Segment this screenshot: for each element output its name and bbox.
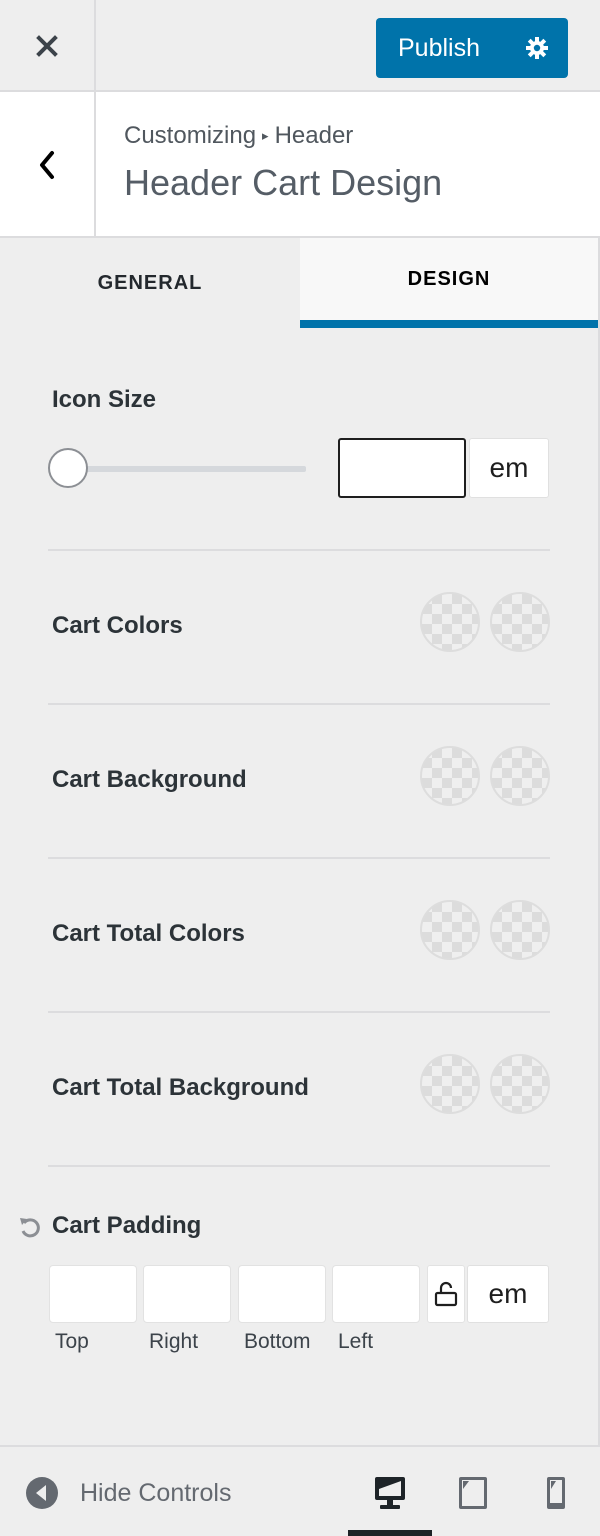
icon-size-input[interactable] [338,438,466,498]
customizer-footer: Hide Controls [0,1445,600,1536]
cart-total-colors-swatch-1[interactable] [420,900,480,960]
divider [48,549,550,551]
customizer-header: Publish [0,0,600,92]
device-mobile-button[interactable] [536,1473,576,1513]
close-icon [36,35,58,57]
gear-icon [526,37,548,59]
section-title: Header Cart Design [124,162,443,203]
close-button[interactable] [0,0,96,92]
cart-colors-swatch-1[interactable] [420,592,480,652]
cart-total-colors-swatch-2[interactable] [490,900,550,960]
padding-bottom-input[interactable] [238,1265,326,1323]
tablet-icon [459,1477,487,1509]
divider [48,1011,550,1013]
cart-background-swatch-1[interactable] [420,746,480,806]
publish-group: Publish [376,18,568,78]
icon-size-slider-thumb[interactable] [48,448,88,488]
tab-general[interactable]: GENERAL [0,238,300,328]
hide-controls-button[interactable]: Hide Controls [26,1475,231,1511]
icon-size-unit-select[interactable]: em [469,438,549,498]
unlock-icon [434,1281,458,1307]
divider [48,857,550,859]
breadcrumb-root: Customizing [124,122,257,149]
cart-colors-swatch-2[interactable] [490,592,550,652]
padding-right-label: Right [149,1330,199,1353]
tab-design[interactable]: DESIGN [300,238,598,328]
breadcrumb-separator: ▸ [262,128,269,143]
hide-controls-label: Hide Controls [80,1478,232,1507]
publish-settings-button[interactable] [506,18,568,78]
cart-total-colors-label: Cart Total Colors [52,920,245,947]
cart-colors-label: Cart Colors [52,612,183,639]
back-button[interactable] [0,92,96,238]
icon-size-slider-track[interactable] [70,466,306,472]
padding-link-toggle[interactable] [427,1265,465,1323]
active-device-indicator [348,1530,432,1536]
section-header: Customizing ▸ Header Header Cart Design [0,92,600,238]
cart-background-label: Cart Background [52,766,247,793]
mobile-icon [547,1477,565,1509]
padding-left-label: Left [338,1330,374,1353]
desktop-icon [375,1477,405,1509]
cart-total-background-label: Cart Total Background [52,1074,309,1101]
padding-left-input[interactable] [332,1265,420,1323]
arrow-left-circle-icon [26,1477,58,1509]
icon-size-label: Icon Size [52,386,157,413]
device-tablet-button[interactable] [453,1473,493,1513]
divider [48,1165,550,1167]
cart-total-background-swatch-2[interactable] [490,1054,550,1114]
breadcrumb: Customizing ▸ Header [124,122,353,150]
padding-top-input[interactable] [49,1265,137,1323]
divider [48,703,550,705]
undo-icon [20,1218,40,1238]
tab-bar: GENERAL DESIGN [0,238,600,328]
publish-button[interactable]: Publish [376,34,506,63]
breadcrumb-parent: Header [274,122,354,149]
padding-top-label: Top [55,1330,89,1353]
padding-unit-select[interactable]: em [467,1265,549,1323]
cart-total-background-swatch-1[interactable] [420,1054,480,1114]
padding-right-input[interactable] [143,1265,231,1323]
chevron-left-icon [40,151,54,179]
cart-padding-label: Cart Padding [52,1212,202,1239]
cart-background-swatch-2[interactable] [490,746,550,806]
device-desktop-button[interactable] [370,1473,410,1513]
reset-button[interactable] [18,1215,42,1239]
padding-bottom-label: Bottom [244,1330,311,1353]
